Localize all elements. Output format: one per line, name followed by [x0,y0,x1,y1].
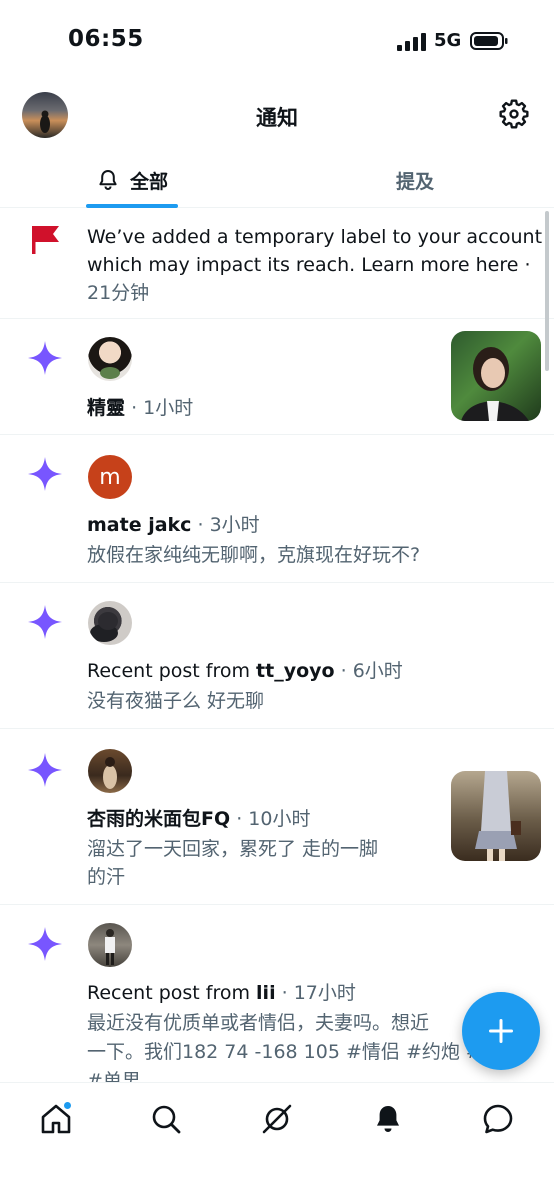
user-avatar[interactable] [88,923,132,967]
user-name[interactable]: tt_yoyo [256,660,335,682]
status-bar: 06:55 5G [0,0,554,80]
signal-icon [397,33,426,51]
notification-header: Recent post from tt_yoyo · 6小时 [87,657,403,686]
tab-all[interactable]: 全部 [86,152,178,208]
home-unread-dot [63,1101,72,1110]
user-avatar[interactable] [88,749,132,793]
recent-post-prefix: Recent post from [87,982,257,1004]
user-name[interactable]: 精靈 [87,397,125,419]
notification-header: 杏雨的米面包FQ · 10小时 [87,805,310,834]
avatar-photo [100,367,120,379]
user-avatar[interactable] [88,601,132,645]
compose-button[interactable] [462,992,540,1070]
nav-notifications[interactable] [370,1101,406,1137]
notification-item[interactable]: m mate jakc · 3小时 放假在家纯纯无聊啊，克旗现在好玩不? [0,435,554,583]
avatar-photo [103,757,117,789]
plus-icon [489,1019,513,1043]
notification-item[interactable]: Recent post from tt_yoyo · 6小时 没有夜猫子么 好无… [0,583,554,729]
avatar-photo [105,929,115,965]
notification-time: · 6小时 [340,660,403,682]
notification-text: 精靈 · 1小时 [87,394,193,423]
post-thumbnail[interactable] [451,331,541,421]
recent-post-prefix: Recent post from [87,660,257,682]
sparkle-icon [28,341,62,375]
header: 通知 [0,80,554,152]
bell-icon [99,170,117,190]
tab-all-label: 全部 [129,170,168,193]
notification-time: · 17小时 [281,982,356,1004]
notice-time: 21分钟 [87,282,150,304]
messages-icon [483,1104,513,1134]
notification-feed[interactable]: We’ve added a temporary label to your ac… [0,209,554,1082]
nav-grok[interactable] [259,1101,295,1137]
page-title: 通知 [256,106,298,130]
tab-mentions[interactable]: 提及 [370,152,460,208]
sparkle-icon [28,457,62,491]
settings-gear-icon[interactable] [498,98,530,130]
search-icon [152,1105,181,1134]
post-preview-line-3: #单男 [87,1070,141,1082]
avatar-photo [90,612,118,642]
sparkle-icon [28,927,62,961]
thumbnail-photo [475,771,521,861]
status-time: 06:55 [68,26,144,52]
nav-search[interactable] [148,1101,184,1137]
battery-icon [470,32,508,50]
notice-line-1: We’ve added a temporary label to your ac… [87,226,543,248]
notification-header: mate jakc · 3小时 [87,511,260,540]
notifications-bell-icon [377,1106,399,1132]
notification-item[interactable]: 精靈 · 1小时 [0,319,554,435]
avatar-letter: m [99,464,121,490]
notification-header: Recent post from lii · 17小时 [87,979,356,1008]
scrollbar[interactable] [545,211,549,371]
network-label: 5G [434,30,462,51]
post-preview-text: 放假在家纯纯无聊啊，克旗现在好玩不? [87,544,421,566]
notice-line-2[interactable]: which may impact its reach. Learn more h… [87,251,531,280]
nav-messages[interactable] [480,1101,516,1137]
notification-item[interactable]: We’ve added a temporary label to your ac… [0,209,554,319]
user-name[interactable]: 杏雨的米面包FQ [87,808,230,830]
notification-item[interactable]: 杏雨的米面包FQ · 10小时 溜达了一天回家，累死了 走的一脚 的汗 [0,729,554,905]
user-name[interactable]: lii [256,982,276,1004]
tab-bar: 全部 提及 [0,152,554,208]
user-avatar[interactable]: m [88,455,132,499]
post-preview-line-2: 的汗 [87,866,126,888]
post-preview-line-1: 最近没有优质单或者情侣，夫妻吗。想近 [87,1012,430,1034]
sparkle-icon [28,605,62,639]
user-name[interactable]: mate jakc [87,514,191,536]
tab-mentions-label: 提及 [395,170,434,193]
user-avatar[interactable] [88,337,132,381]
post-preview-line-1: 溜达了一天回家，累死了 走的一脚 [87,838,379,860]
sparkle-icon [28,753,62,787]
flag-icon [32,226,59,254]
post-preview-line-2: 一下。我们182 74 -168 105 #情侣 #约炮 # [87,1041,482,1063]
post-thumbnail[interactable] [451,771,541,861]
bottom-nav [0,1082,554,1200]
nav-home[interactable] [38,1101,74,1137]
grok-icon [262,1104,292,1134]
notification-time: · 3小时 [197,514,260,536]
notification-time: · 1小时 [131,397,194,419]
notification-time: · 10小时 [236,808,311,830]
post-preview-text: 没有夜猫子么 好无聊 [87,690,265,712]
active-tab-indicator [86,204,178,208]
thumbnail-photo [461,347,529,421]
